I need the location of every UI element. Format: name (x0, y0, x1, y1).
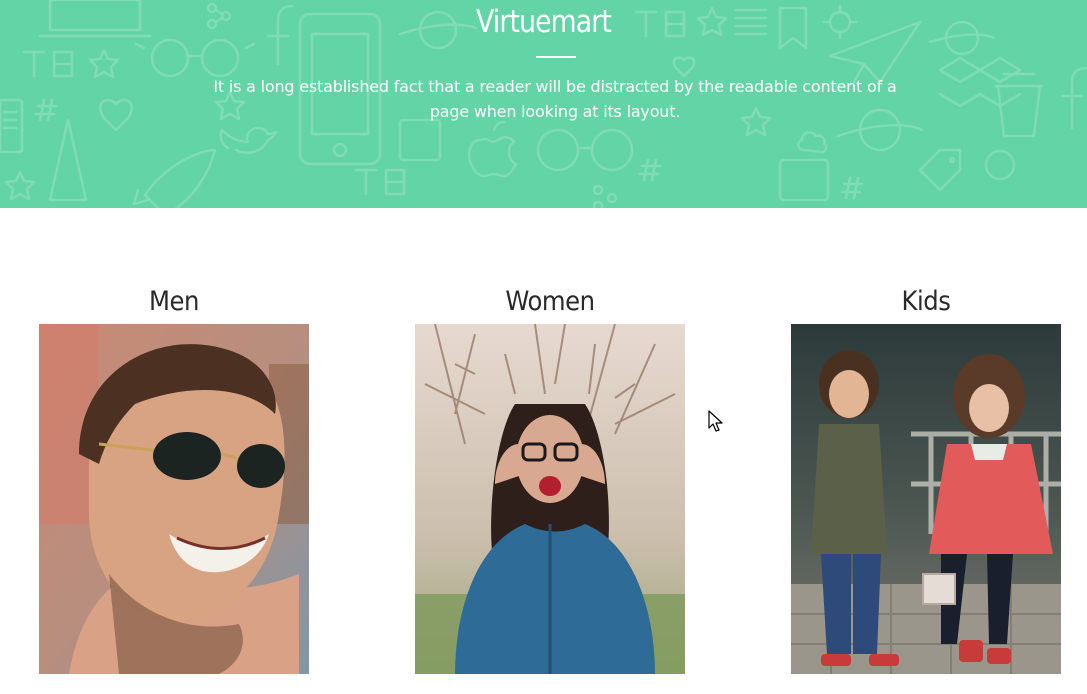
text-icon (354, 168, 406, 196)
category-image-kids[interactable] (791, 324, 1061, 674)
heart-icon (99, 98, 133, 132)
book-icon (0, 98, 24, 154)
category-heading-kids[interactable]: Kids (805, 286, 1048, 317)
mouse-pointer-icon (708, 410, 723, 432)
two-kids-photo (791, 324, 1061, 674)
glasses-icon (134, 38, 256, 78)
cloud-icon (797, 131, 828, 154)
share-icon (592, 184, 618, 208)
apple-icon (468, 120, 518, 178)
circle-icon (984, 149, 1016, 181)
title-divider (536, 56, 576, 58)
page-subtitle: It is a long established fact that a rea… (213, 77, 897, 121)
glasses-icon (536, 128, 634, 172)
hashtag-icon (638, 158, 662, 182)
hero-banner: Virtuemart It is a long established fact… (0, 0, 1087, 208)
tag-icon (918, 148, 962, 192)
category-image-women[interactable] (415, 324, 685, 674)
rocket-icon (132, 148, 217, 208)
woman-with-glasses-photo (415, 324, 685, 674)
star-icon (88, 48, 120, 79)
dropbox-icon (938, 56, 1022, 108)
category-heading-women[interactable]: Women (429, 286, 672, 317)
triangle-icon (48, 118, 88, 202)
facebook-icon (1060, 66, 1087, 130)
hashtag-icon (840, 176, 864, 200)
category-image-men[interactable] (39, 324, 309, 674)
page-title: Virtuemart (476, 4, 612, 40)
hashtag-icon (34, 98, 58, 122)
text-icon (22, 50, 74, 78)
twitter-icon (219, 126, 278, 154)
category-heading-men[interactable]: Men (53, 286, 296, 317)
star-icon (4, 170, 36, 201)
smiling-man-with-sunglasses-photo (39, 324, 309, 674)
